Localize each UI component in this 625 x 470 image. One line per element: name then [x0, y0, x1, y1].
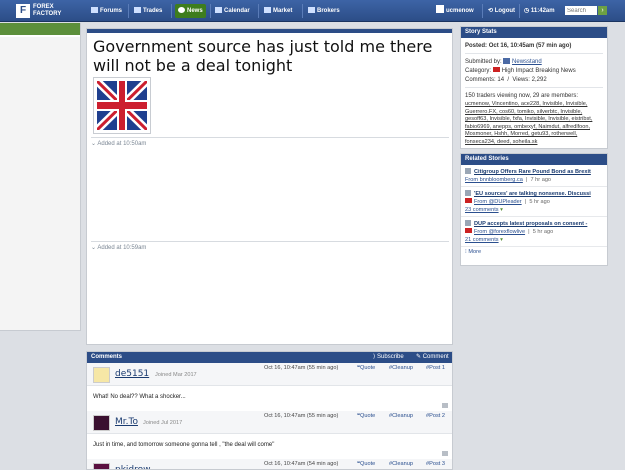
post-number-link[interactable]: #Post 3 — [426, 461, 445, 467]
add-comment-button[interactable]: ✎ Comment — [416, 352, 449, 363]
comment-time: Oct 16, 10:47am (55 min ago) — [264, 365, 339, 371]
story-stats-panel: Story Stats Posted: Oct 16, 10:45am (57 … — [460, 26, 608, 149]
sidebar-header-bar — [0, 23, 80, 37]
top-navigation-bar: F FOREX FACTORY Forums Trades News Calen… — [0, 0, 625, 22]
story-thumbnail-icon — [465, 190, 471, 196]
calendar-icon — [215, 7, 222, 13]
logout-link[interactable]: ⟲ Logout — [485, 4, 518, 18]
uk-flag-image[interactable] — [93, 77, 151, 134]
views-count: 2,292 — [531, 77, 547, 83]
user-menu[interactable]: ucmenow — [433, 4, 479, 18]
comments-section: Comments ⟩ Subscribe ✎ Comment de5151 Jo… — [86, 351, 453, 470]
post-number-link[interactable]: #Post 2 — [426, 413, 445, 419]
comments-count: 14 — [497, 77, 505, 83]
story-card: Government source has just told me there… — [86, 28, 453, 345]
chevron-down-icon: ⌄ — [91, 245, 97, 251]
uk-flag-icon — [94, 78, 150, 133]
story-thumbnail-icon — [465, 168, 471, 174]
thumbs-up-icon[interactable] — [442, 451, 448, 456]
comment-username[interactable]: de5151 — [115, 369, 149, 379]
comment-body: Just in time, and tomorrow someone gonna… — [93, 442, 275, 448]
quote-button[interactable]: ❝Quote — [357, 461, 375, 467]
story-stats-header: Story Stats — [461, 27, 607, 38]
nav-market[interactable]: Market — [261, 4, 295, 18]
news-icon — [178, 7, 185, 13]
nav-forums[interactable]: Forums — [88, 4, 125, 18]
comment-time: Oct 16, 10:47am (54 min ago) — [264, 461, 339, 467]
category-value: High Impact Breaking News — [501, 68, 576, 74]
comment-body: What! No deal?? What a shocker... — [93, 394, 186, 400]
subscribe-button[interactable]: ⟩ Subscribe — [373, 352, 404, 363]
members-list[interactable]: ucmenow, Vincentino, ace228, Invisible, … — [465, 101, 603, 146]
avatar[interactable] — [93, 463, 110, 469]
subscribe-icon: ⟩ — [373, 354, 376, 360]
forums-icon — [91, 7, 98, 13]
quote-button[interactable]: ❝Quote — [357, 365, 375, 371]
comment-username[interactable]: pkidrow — [115, 465, 151, 469]
nav-news[interactable]: News — [175, 4, 206, 18]
submitter-avatar-icon — [503, 58, 511, 64]
comment-joined: Joined Jul 2017 — [143, 420, 183, 426]
logo-text-line1: FOREX — [33, 4, 54, 10]
trades-icon — [134, 7, 141, 13]
comment-icon: ✎ — [416, 354, 422, 360]
thumbs-up-icon[interactable] — [442, 403, 448, 408]
logo-mark-icon: F — [16, 4, 30, 18]
high-impact-icon — [465, 198, 472, 203]
related-story[interactable]: DUP accepts latest proposals on consent … — [461, 217, 607, 247]
cleanup-button[interactable]: #Cleanup — [389, 461, 413, 467]
high-impact-icon — [492, 67, 500, 72]
nav-trades[interactable]: Trades — [131, 4, 165, 18]
chevron-down-icon: ⌄ — [91, 141, 97, 147]
search-input[interactable] — [565, 6, 597, 15]
comments-header: Comments — [91, 354, 123, 360]
cleanup-button[interactable]: #Cleanup — [389, 413, 413, 419]
update-timestamp-1: ⌄ Added at 10:50am — [91, 137, 449, 147]
logout-icon: ⟲ — [488, 8, 494, 14]
comment-post: pkidrow Oct 16, 10:47am (54 min ago) ❝Qu… — [87, 459, 452, 469]
related-story[interactable]: Citigroup Offers Rare Pound Bond as Brex… — [461, 165, 607, 187]
story-title: Government source has just told me there… — [93, 37, 433, 75]
posted-date: Oct 16, 10:45am (57 min ago) — [488, 43, 572, 49]
comment-username[interactable]: Mr.To — [115, 417, 138, 427]
chevron-down-icon: ▾ — [500, 207, 503, 213]
related-stories-panel: Related Stories Citigroup Offers Rare Po… — [460, 153, 608, 266]
viewing-now-text: 150 traders viewing now, 29 are members: — [465, 93, 579, 99]
search-button[interactable]: › — [598, 6, 607, 15]
avatar[interactable] — [93, 367, 110, 383]
more-icon: ⁝ — [465, 249, 467, 255]
comment-post: Mr.To Joined Jul 2017 Oct 16, 10:47am (5… — [87, 411, 452, 458]
comment-time: Oct 16, 10:47am (55 min ago) — [264, 413, 339, 419]
related-story[interactable]: 'EU sources' are talking nonsense. Discu… — [461, 187, 607, 217]
clock-display: ◷ 11:42am — [524, 8, 555, 14]
brokers-icon — [308, 7, 315, 13]
clock-icon: ◷ — [524, 8, 530, 14]
avatar[interactable] — [93, 415, 110, 431]
comment-joined: Joined Mar 2017 — [155, 372, 197, 378]
submitter-link[interactable]: Newsstand — [512, 59, 542, 65]
user-avatar-icon — [436, 5, 444, 13]
search-icon: › — [601, 7, 604, 14]
high-impact-icon — [465, 228, 472, 233]
comment-post: de5151 Joined Mar 2017 Oct 16, 10:47am (… — [87, 363, 452, 410]
quote-button[interactable]: ❝Quote — [357, 413, 375, 419]
left-sidebar — [0, 23, 81, 331]
logo-text-line2: FACTORY — [33, 11, 62, 17]
story-thumbnail-icon — [465, 220, 471, 226]
forex-factory-logo[interactable]: F FOREX FACTORY — [16, 3, 62, 20]
related-stories-header: Related Stories — [461, 154, 607, 165]
cleanup-button[interactable]: #Cleanup — [389, 365, 413, 371]
post-number-link[interactable]: #Post 1 — [426, 365, 445, 371]
update-timestamp-2: ⌄ Added at 10:59am — [91, 241, 449, 251]
related-more-link[interactable]: ⁝ More — [461, 247, 607, 258]
nav-brokers[interactable]: Brokers — [305, 4, 343, 18]
nav-calendar[interactable]: Calendar — [212, 4, 253, 18]
chevron-down-icon: ▾ — [500, 237, 503, 243]
market-icon — [264, 7, 271, 13]
